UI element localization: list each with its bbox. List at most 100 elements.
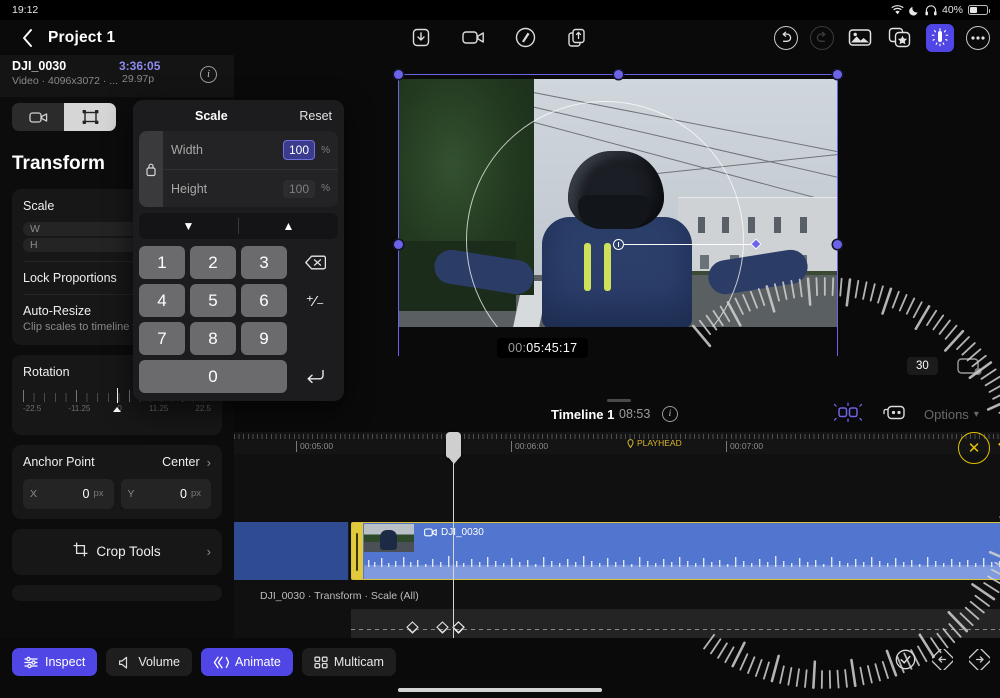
timeline-ruler[interactable]: 00:05:00 00:06:00 00:07:00 PLAYHEAD xyxy=(234,432,1000,454)
next-icon[interactable] xyxy=(969,649,990,675)
playhead-knob[interactable] xyxy=(446,432,461,458)
resize-handle-tl[interactable] xyxy=(394,70,403,79)
timeline-options-button[interactable]: Options ▾ xyxy=(924,407,979,422)
transform-tab[interactable] xyxy=(64,103,116,131)
inspect-button[interactable]: Inspect xyxy=(12,648,97,676)
key-4[interactable]: 4 xyxy=(139,284,185,317)
prev-icon[interactable] xyxy=(932,649,953,675)
scale-label: Scale xyxy=(23,199,54,213)
key-1[interactable]: 1 xyxy=(139,246,185,279)
video-preview-area: 00:05:45:17 30 xyxy=(234,55,1000,396)
track-previous-clip[interactable] xyxy=(234,522,349,580)
wifi-icon xyxy=(891,5,904,15)
enter-icon[interactable] xyxy=(292,360,338,393)
backspace-icon[interactable] xyxy=(292,246,338,279)
keypad-grid: 1 2 3 4 5 6 ⁺⁄₋ 7 8 9 0 xyxy=(133,246,344,401)
more-icon[interactable] xyxy=(966,26,990,50)
resize-handle-ml[interactable] xyxy=(394,240,403,249)
clip-trim-handle-left[interactable] xyxy=(352,523,363,579)
ruler-ticks xyxy=(234,434,1000,439)
rotation-bar xyxy=(624,244,754,245)
anchor-y-field[interactable]: Y 0 px xyxy=(121,479,212,509)
key-6[interactable]: 6 xyxy=(241,284,287,317)
status-indicators: 40% xyxy=(891,4,988,16)
anchor-x-key: X xyxy=(30,488,42,500)
status-time: 19:12 xyxy=(12,4,38,16)
snapping-icon[interactable] xyxy=(834,402,862,427)
key-5[interactable]: 5 xyxy=(190,284,236,317)
undo-icon[interactable] xyxy=(774,26,798,50)
multicam-label: Multicam xyxy=(334,655,384,669)
top-navigation-bar: Project 1 xyxy=(0,20,1000,55)
crop-tools-row[interactable]: Crop Tools › xyxy=(12,529,222,575)
animate-label: Animate xyxy=(235,655,281,669)
volume-button[interactable]: Volume xyxy=(106,648,192,676)
keypad-reset-button[interactable]: Reset xyxy=(299,109,332,123)
info-icon[interactable]: i xyxy=(200,66,217,83)
crop-icon xyxy=(73,542,88,562)
anchor-x-field[interactable]: X 0 px xyxy=(23,479,114,509)
back-button[interactable] xyxy=(16,27,38,49)
ruler-label-2: 00:07:00 xyxy=(726,441,763,452)
keypad-width-value[interactable]: 100 xyxy=(283,140,315,160)
keyframe-row-label[interactable]: DJI_0030 · Transform · Scale (All) xyxy=(260,590,419,602)
resize-handle-tc[interactable] xyxy=(614,70,623,79)
check-circle-icon[interactable] xyxy=(895,649,916,675)
key-8[interactable]: 8 xyxy=(190,322,236,355)
key-2[interactable]: 2 xyxy=(190,246,236,279)
audio-tool-icon[interactable] xyxy=(926,24,954,52)
close-icon[interactable]: ✕ xyxy=(958,432,990,464)
chevron-down-icon: ▼ xyxy=(183,219,195,233)
next-section-row[interactable] xyxy=(12,585,222,601)
rotation-indicator xyxy=(113,407,121,412)
decrement-button[interactable]: ▼ xyxy=(139,213,238,239)
key-3[interactable]: 3 xyxy=(241,246,287,279)
key-7[interactable]: 7 xyxy=(139,322,185,355)
key-0[interactable]: 0 xyxy=(139,360,287,393)
chevron-right-icon[interactable]: › xyxy=(207,455,211,470)
ai-assistant-icon[interactable] xyxy=(882,402,908,427)
plus-minus-button[interactable]: ⁺⁄₋ xyxy=(292,284,338,317)
clip-tab[interactable] xyxy=(12,103,64,131)
keyframe-marker[interactable] xyxy=(435,621,450,636)
drag-grip[interactable] xyxy=(607,399,631,402)
video-clip-icon xyxy=(424,528,437,537)
voiceover-icon[interactable] xyxy=(512,25,538,51)
preview-fps-badge[interactable]: 30 xyxy=(907,357,938,375)
resize-handle-tr[interactable] xyxy=(833,70,842,79)
import-icon[interactable] xyxy=(408,25,434,51)
animate-button[interactable]: Animate xyxy=(201,648,293,676)
info-icon[interactable]: i xyxy=(662,406,678,422)
timeline-panel[interactable]: 00:05:00 00:06:00 00:07:00 PLAYHEAD DJI_… xyxy=(234,432,1000,638)
share-icon[interactable] xyxy=(564,25,590,51)
inspect-label: Inspect xyxy=(45,655,85,669)
timeline-header: Timeline 1 08:53 i Options ▾ xyxy=(234,396,1000,432)
key-9[interactable]: 9 xyxy=(241,322,287,355)
scale-keypad-popover: Scale Reset Width 100 % Height 100 % xyxy=(133,100,344,401)
playhead-marker-label: PLAYHEAD xyxy=(627,438,682,448)
media-library-icon[interactable] xyxy=(846,24,874,52)
clip-info-strip[interactable]: DJI_0030 3:36:05 Video · 4096x3072 · ...… xyxy=(0,55,234,97)
lock-icon[interactable] xyxy=(139,131,163,207)
timeline-clip-selected[interactable]: DJI_0030 xyxy=(351,522,1000,580)
anchor-point-handle[interactable] xyxy=(613,239,624,250)
effects-icon[interactable] xyxy=(886,24,914,52)
keypad-width-row[interactable]: Width 100 % xyxy=(163,131,338,169)
keyframe-marker[interactable] xyxy=(405,621,420,636)
multicam-button[interactable]: Multicam xyxy=(302,648,396,676)
playhead[interactable] xyxy=(453,432,454,638)
increment-button[interactable]: ▲ xyxy=(239,213,338,239)
preview-frame[interactable] xyxy=(398,79,838,327)
playhead-label: PLAYHEAD xyxy=(637,438,682,448)
camera-icon[interactable] xyxy=(460,25,486,51)
anchor-y-unit: px xyxy=(191,488,204,499)
picture-in-picture-icon[interactable] xyxy=(957,357,983,382)
status-bar: 19:12 40% xyxy=(0,0,1000,20)
resize-handle-mr[interactable] xyxy=(833,240,842,249)
home-indicator[interactable] xyxy=(398,688,602,692)
anchor-y-key: Y xyxy=(128,488,140,500)
keypad-height-value[interactable]: 100 xyxy=(283,180,315,198)
anchor-point-value: Center xyxy=(162,455,200,469)
timeline-options-label: Options xyxy=(924,407,969,422)
keypad-height-row[interactable]: Height 100 % xyxy=(163,169,338,207)
